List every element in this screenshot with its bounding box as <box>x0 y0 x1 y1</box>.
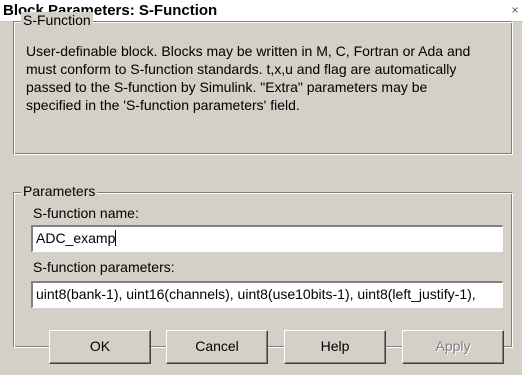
description-line: specified in the 'S-function parameters'… <box>26 97 300 113</box>
apply-button[interactable]: Apply <box>402 330 504 364</box>
close-icon[interactable]: × <box>509 3 521 18</box>
ok-button[interactable]: OK <box>49 330 151 364</box>
text-caret <box>115 230 117 246</box>
cancel-button[interactable]: Cancel <box>166 330 268 364</box>
sfunction-parameters-field[interactable]: uint8(bank-1), uint16(channels), uint8(u… <box>31 281 503 308</box>
description-line: User-definable block. Blocks may be writ… <box>26 43 471 59</box>
sfunction-name-label: S-function name: <box>33 205 139 221</box>
sfunction-parameters-value: uint8(bank-1), uint16(channels), uint8(u… <box>36 286 476 302</box>
block-description: User-definable block. Blocks may be writ… <box>26 42 508 114</box>
sfunction-name-field[interactable]: ADC_examp <box>31 225 503 252</box>
sfunction-group-legend: S-Function <box>21 12 93 28</box>
help-button[interactable]: Help <box>284 330 386 364</box>
description-line: passed to the S-function by Simulink. "E… <box>26 79 428 95</box>
sfunction-name-value: ADC_examp <box>36 230 116 246</box>
sfunction-parameters-label: S-function parameters: <box>33 259 175 275</box>
description-line: must conform to S-function standards. t,… <box>26 61 457 77</box>
parameters-group-legend: Parameters <box>21 183 98 199</box>
